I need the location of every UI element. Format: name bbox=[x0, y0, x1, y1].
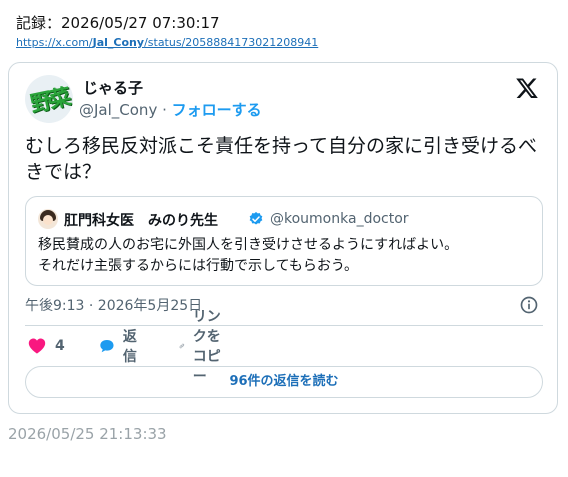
read-replies-button[interactable]: 96件の返信を読む bbox=[25, 366, 543, 398]
avatar[interactable]: 野菜 bbox=[25, 75, 73, 123]
reply-button[interactable]: 返信 bbox=[99, 329, 143, 365]
quote-handle: @koumonka_doctor bbox=[270, 211, 409, 227]
quoted-tweet[interactable]: 肛門科女医 みのり先生 @koumonka_doctor 移民賛成の人のお宅に外… bbox=[25, 196, 543, 286]
heart-icon bbox=[28, 338, 46, 354]
handle-separator: · bbox=[157, 101, 172, 119]
record-timestamp: 記録：2026/05/27 07:30:17 bbox=[16, 14, 220, 32]
like-count: 4 bbox=[55, 338, 65, 354]
handle[interactable]: @Jal_Cony bbox=[79, 101, 157, 119]
quote-text-line: 移民賛成の人のお宅に外国人を引き受けさせるようにすればよい。 bbox=[38, 237, 459, 253]
source-link-prefix: https://x.com/ bbox=[16, 36, 93, 49]
source-link[interactable]: https://x.com/Jal_Cony/status/2058884173… bbox=[16, 36, 318, 49]
info-icon[interactable] bbox=[519, 295, 539, 315]
handle-row: @Jal_Cony · フォローする bbox=[79, 99, 262, 120]
divider bbox=[25, 325, 543, 326]
reply-label: 返信 bbox=[122, 329, 137, 365]
quote-display-name: 肛門科女医 みのり先生 bbox=[64, 213, 218, 229]
avatar-logo-text: 野菜 bbox=[28, 85, 71, 118]
tweet-timestamp[interactable]: 午後9:13 · 2026年5月25日 bbox=[25, 295, 202, 315]
quote-text: 移民賛成の人のお宅に外国人を引き受けさせるようにすればよい。 それだけ主張するか… bbox=[38, 235, 532, 277]
like-button[interactable]: 4 bbox=[27, 335, 65, 357]
source-link-suffix: /status/2058884173021208941 bbox=[144, 36, 319, 49]
quote-text-line: それだけ主張するからには行動で示してもらおう。 bbox=[38, 258, 359, 274]
link-icon bbox=[179, 343, 185, 349]
copy-link-button[interactable]: リンクをコピー bbox=[179, 309, 221, 385]
verified-badge-icon bbox=[249, 212, 263, 225]
reply-bubble-icon bbox=[100, 340, 114, 353]
source-link-user: Jal_Cony bbox=[92, 36, 145, 49]
footer-timestamp: 2026/05/25 21:13:33 bbox=[8, 425, 167, 443]
follow-button[interactable]: フォローする bbox=[172, 101, 262, 119]
x-logo-icon[interactable] bbox=[515, 76, 539, 100]
display-name[interactable]: じゃる子 bbox=[83, 77, 143, 98]
tweet-text: むしろ移民反対派こそ責任を持って自分の家に引き受けるべきでは？ bbox=[25, 135, 538, 183]
quote-avatar bbox=[38, 209, 58, 229]
tweet-card: 野菜 じゃる子 @Jal_Cony · フォローする むしろ移民反対派こそ責任を… bbox=[8, 62, 558, 414]
